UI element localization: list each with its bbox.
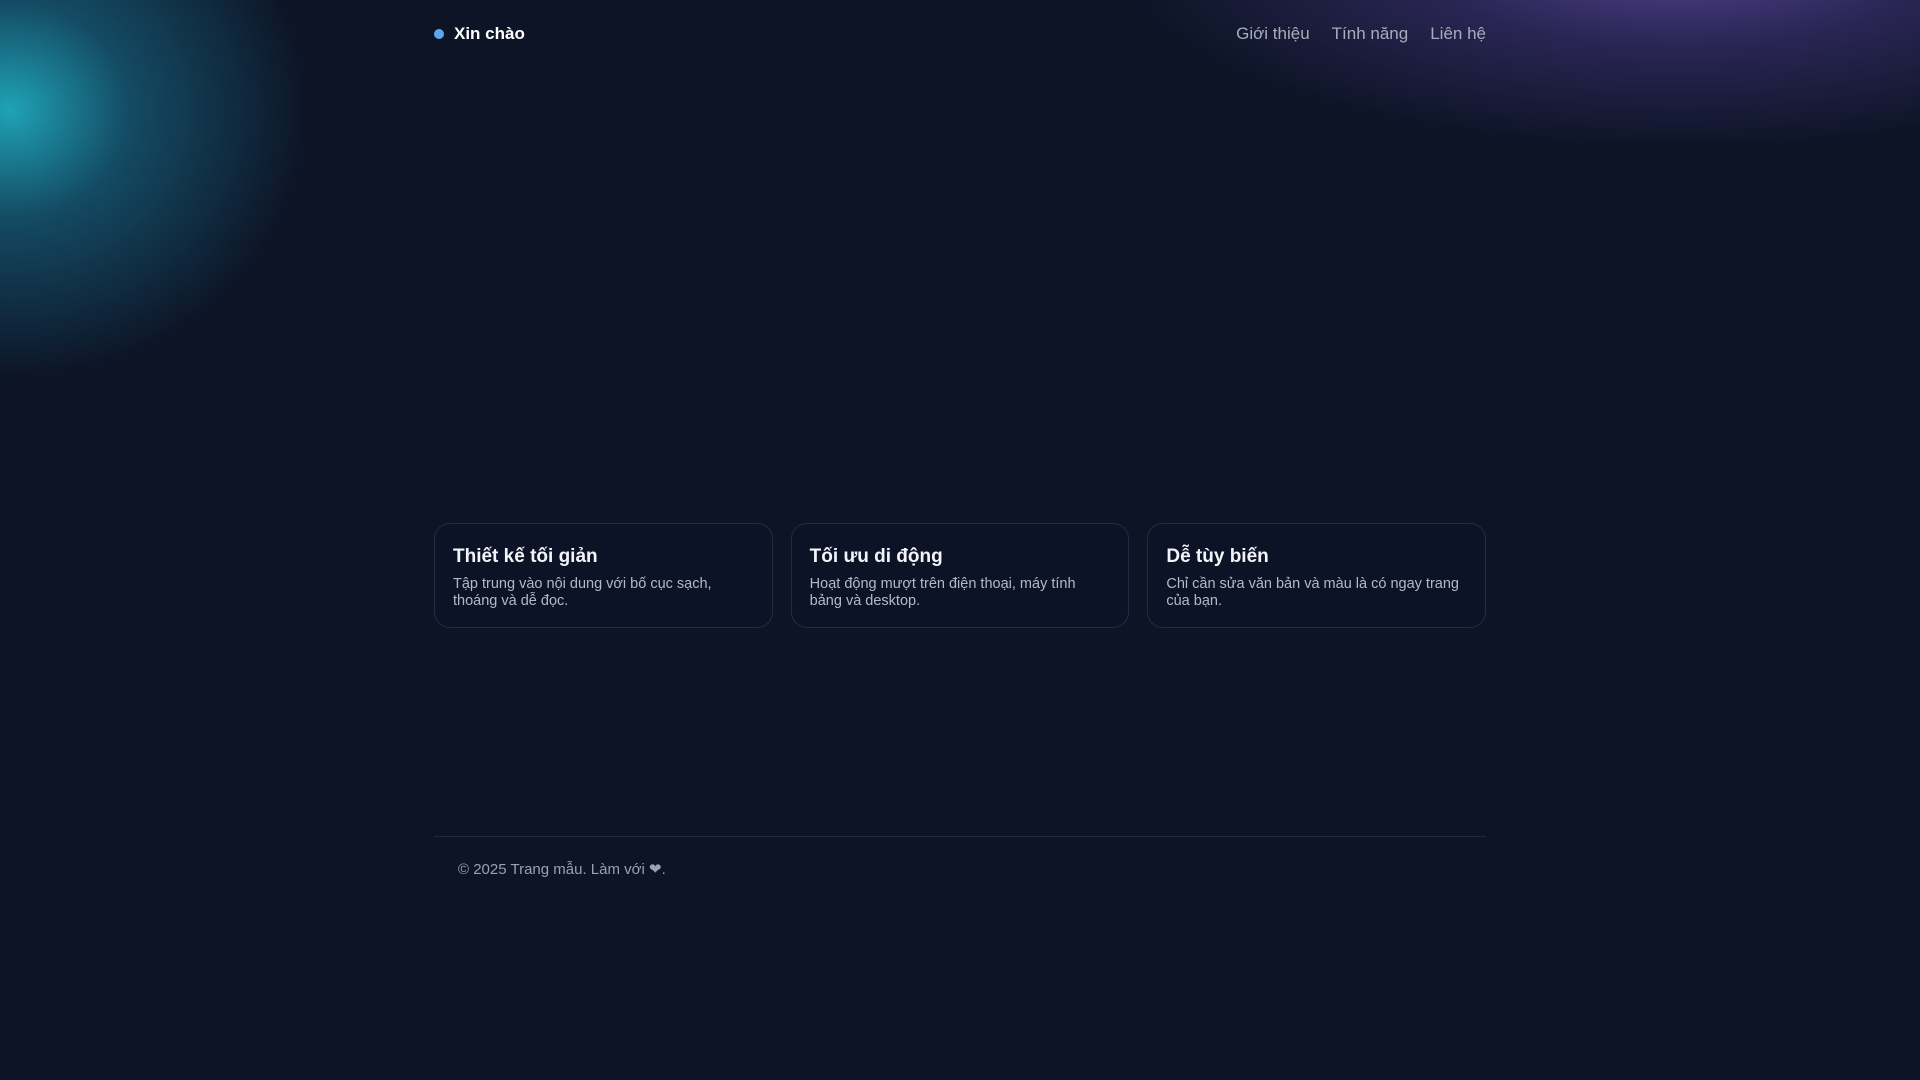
brand-dot-icon — [434, 29, 444, 39]
feature-title: Thiết kế tối giản — [453, 546, 598, 567]
feature-cards: Thiết kế tối giản Tập trung vào nội dung… — [434, 523, 1487, 628]
main-nav: Giới thiệu Tính năng Liên hệ — [1236, 24, 1486, 44]
footer-suffix: . — [661, 861, 666, 878]
feature-description: Chỉ cần sửa văn bản và màu là có ngay tr… — [1166, 576, 1459, 609]
brand-link[interactable]: Xin chào — [434, 24, 525, 44]
page-container: Xin chào Giới thiệu Tính năng Liên hệ Th… — [434, 0, 1487, 878]
heart-icon: ❤ — [648, 861, 662, 878]
nav-link-features[interactable]: Tính năng — [1332, 24, 1409, 44]
feature-card: Tối ưu di động Hoạt động mượt trên điện … — [790, 523, 1130, 628]
decorative-glow-cyan — [0, 0, 320, 380]
footer-copyright: © 2025 Trang mẫu. Làm với — [458, 861, 645, 878]
nav-link-about[interactable]: Giới thiệu — [1236, 24, 1310, 44]
site-header: Xin chào Giới thiệu Tính năng Liên hệ — [434, 0, 1486, 68]
feature-card: Dễ tùy biến Chỉ cần sửa văn bản và màu l… — [1147, 523, 1487, 628]
footer-divider — [434, 836, 1486, 837]
feature-description: Tập trung vào nội dung với bố cục sạch, … — [453, 576, 712, 609]
feature-description: Hoạt động mượt trên điện thoại, máy tính… — [809, 576, 1076, 609]
nav-link-contact[interactable]: Liên hệ — [1430, 24, 1486, 44]
feature-card: Thiết kế tối giản Tập trung vào nội dung… — [434, 523, 773, 628]
feature-title: Dễ tùy biến — [1166, 546, 1269, 567]
feature-title: Tối ưu di động — [809, 546, 943, 567]
brand-name: Xin chào — [454, 24, 525, 43]
site-footer: © 2025 Trang mẫu. Làm với ❤. — [458, 860, 666, 878]
